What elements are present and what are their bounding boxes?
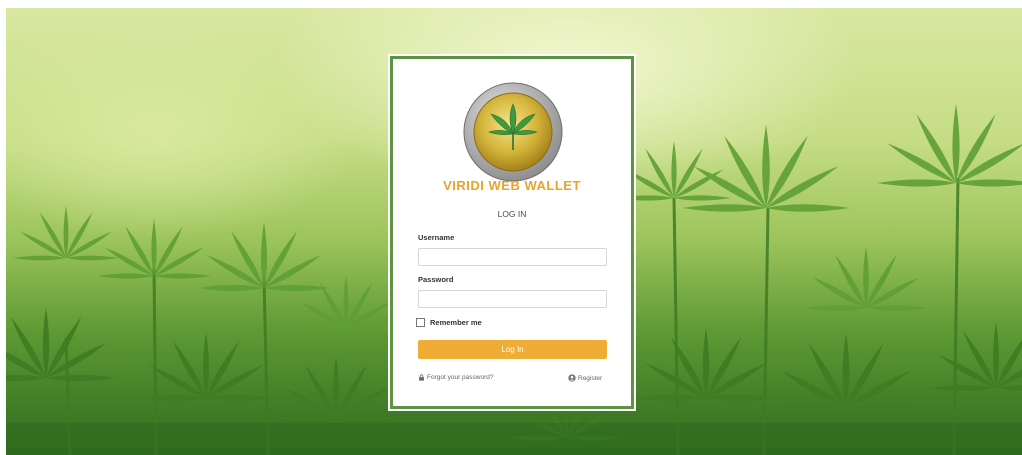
brand-name: VIRIDI WEB WALLET [443, 178, 581, 193]
password-label: Password [418, 275, 454, 284]
register-link[interactable]: Register [568, 374, 602, 382]
forgot-password-text: Forgot your password? [427, 374, 494, 381]
forgot-password-link[interactable]: Forgot your password? [418, 374, 493, 381]
remember-me-option[interactable]: Remember me [416, 318, 482, 327]
user-circle-icon [568, 374, 576, 382]
username-field[interactable] [418, 248, 607, 266]
page-title: LOG IN [497, 209, 527, 219]
viridi-coin-logo [463, 82, 563, 182]
lock-icon [419, 374, 424, 381]
register-text: Register [578, 374, 603, 382]
login-card: VIRIDI WEB WALLET LOG IN Username Passwo… [390, 56, 634, 409]
username-label: Username [418, 233, 455, 242]
login-button[interactable]: Log In [418, 340, 607, 359]
password-field[interactable] [418, 290, 607, 308]
remember-me-label: Remember me [430, 318, 482, 327]
remember-me-checkbox[interactable] [416, 318, 425, 327]
